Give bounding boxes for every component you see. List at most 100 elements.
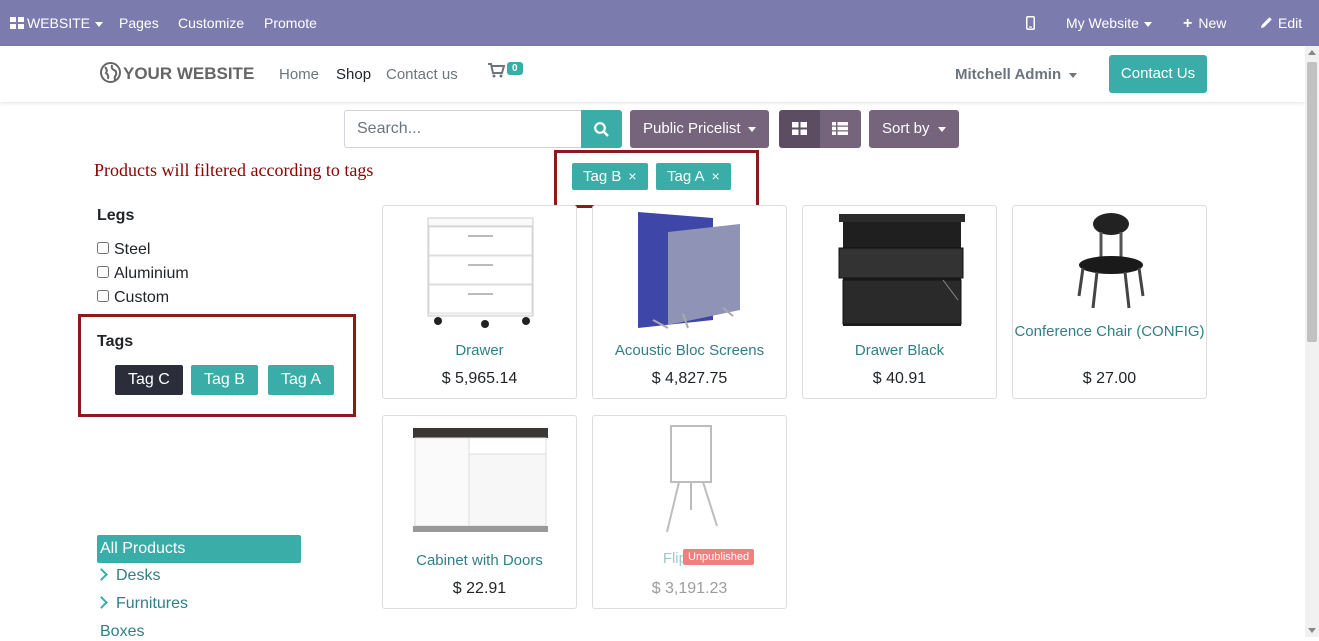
- product-card[interactable]: Drawer Black $ 40.91: [802, 205, 997, 399]
- product-price: $ 3,191.23: [651, 580, 728, 597]
- scroll-down-icon[interactable]: [1308, 628, 1316, 633]
- product-price: $ 5,965.14: [441, 370, 518, 387]
- edit-label: Edit: [1278, 15, 1303, 31]
- admin-topbar: WEBSITE Pages Customize Promote My Websi…: [0, 0, 1319, 46]
- caret-down-icon: [937, 126, 946, 132]
- category-boxes[interactable]: Boxes: [100, 623, 144, 641]
- nav-shop[interactable]: Shop: [336, 66, 371, 83]
- product-name[interactable]: Conference Chair (CONFIG): [1013, 322, 1206, 341]
- tag-filter-button[interactable]: Tag B: [191, 365, 258, 395]
- category-label: Desks: [116, 567, 161, 584]
- user-menu[interactable]: Mitchell Admin: [955, 66, 1078, 83]
- legs-option-label: Steel: [114, 241, 151, 258]
- caret-down-icon: [747, 126, 756, 132]
- annotation-text: Products will filtered according to tags: [94, 160, 374, 180]
- cart-count-badge: 0: [507, 62, 523, 75]
- active-tag-filter[interactable]: Tag B ×: [572, 163, 648, 190]
- site-selector[interactable]: My Website: [1066, 0, 1152, 46]
- product-image-conference-chair: [1077, 213, 1145, 309]
- grid-view-button[interactable]: [779, 110, 820, 148]
- legs-option-label: Custom: [114, 289, 170, 306]
- legs-checkbox[interactable]: [97, 266, 109, 278]
- product-name[interactable]: Acoustic Bloc Screens: [593, 341, 786, 360]
- shopping-cart-icon: [488, 63, 506, 78]
- new-label: New: [1198, 15, 1227, 31]
- plus-icon: +: [1183, 15, 1193, 32]
- contact-us-button[interactable]: Contact Us: [1109, 55, 1207, 93]
- tags-filter-title: Tags: [97, 333, 134, 350]
- promote-menu[interactable]: Promote: [264, 0, 317, 46]
- search-icon: [594, 122, 609, 137]
- website-menu-label: WEBSITE: [27, 15, 91, 31]
- customize-menu[interactable]: Customize: [178, 0, 244, 46]
- scroll-up-icon[interactable]: [1308, 50, 1316, 55]
- cart-button[interactable]: [488, 63, 506, 83]
- product-name[interactable]: Drawer Black: [803, 341, 996, 360]
- logo-text: YOUR WEBSITE: [123, 64, 255, 83]
- page-scrollbar[interactable]: [1305, 46, 1319, 637]
- product-image-flipover: [666, 425, 718, 533]
- product-image-acoustic-screens: [638, 212, 740, 329]
- legs-option-label: Aluminium: [114, 265, 189, 282]
- product-card[interactable]: Flipover Unpublished $ 3,191.23: [592, 415, 787, 609]
- legs-option-aluminium[interactable]: Aluminium: [97, 265, 189, 283]
- website-menu[interactable]: WEBSITE: [10, 0, 104, 46]
- legs-option-steel[interactable]: Steel: [97, 241, 150, 259]
- unpublished-badge-wrap: Unpublished: [680, 549, 755, 567]
- edit-button[interactable]: Edit: [1260, 0, 1302, 46]
- product-name[interactable]: Cabinet with Doors: [383, 551, 576, 570]
- site-logo[interactable]: YOUR WEBSITE: [100, 62, 254, 84]
- remove-tag-icon[interactable]: ×: [628, 168, 636, 184]
- list-view-button[interactable]: [820, 110, 861, 148]
- product-card[interactable]: Acoustic Bloc Screens $ 4,827.75: [592, 205, 787, 399]
- product-search-input[interactable]: [344, 110, 582, 148]
- nav-home[interactable]: Home: [279, 66, 319, 83]
- product-card[interactable]: Drawer $ 5,965.14: [382, 205, 577, 399]
- new-button[interactable]: + New: [1183, 0, 1226, 46]
- legs-checkbox[interactable]: [97, 242, 109, 254]
- product-card[interactable]: Conference Chair (CONFIG) $ 27.00: [1012, 205, 1207, 399]
- product-name[interactable]: Drawer: [383, 341, 576, 360]
- legs-checkbox[interactable]: [97, 290, 109, 302]
- category-desks[interactable]: Desks: [95, 567, 161, 585]
- user-name: Mitchell Admin: [955, 66, 1062, 83]
- pages-menu[interactable]: Pages: [119, 0, 159, 46]
- product-card[interactable]: Cabinet with Doors $ 22.91: [382, 415, 577, 609]
- active-tag-label: Tag B: [583, 168, 622, 185]
- scroll-thumb[interactable]: [1307, 62, 1317, 342]
- active-tag-label: Tag A: [667, 168, 705, 185]
- grid-view-icon: [792, 122, 807, 135]
- category-furnitures[interactable]: Furnitures: [95, 595, 189, 613]
- globe-icon: [100, 62, 121, 83]
- product-price: $ 22.91: [452, 580, 507, 597]
- site-selector-label: My Website: [1066, 15, 1139, 31]
- product-price: $ 4,827.75: [651, 370, 728, 387]
- sort-by-label: Sort by: [882, 120, 930, 137]
- legs-option-custom[interactable]: Custom: [97, 289, 169, 307]
- tag-filter-button[interactable]: Tag C: [115, 365, 183, 395]
- product-image-drawer: [427, 217, 534, 328]
- caret-down-icon: [1143, 21, 1152, 27]
- chevron-right-icon: [95, 596, 108, 609]
- sort-by-dropdown[interactable]: Sort by: [869, 110, 959, 148]
- caret-down-icon: [1069, 72, 1078, 78]
- view-toggle: [779, 110, 861, 148]
- mobile-phone-icon: [1026, 16, 1035, 30]
- search-button[interactable]: [581, 110, 622, 148]
- pencil-icon: [1261, 17, 1272, 28]
- unpublished-badge: Unpublished: [683, 549, 755, 565]
- nav-contact[interactable]: Contact us: [386, 66, 458, 83]
- product-price: $ 27.00: [1082, 370, 1137, 387]
- pricelist-dropdown[interactable]: Public Pricelist: [630, 110, 769, 148]
- list-view-icon: [832, 122, 848, 135]
- category-all-products[interactable]: All Products: [97, 535, 301, 563]
- chevron-right-icon: [95, 568, 108, 581]
- category-label: Furnitures: [116, 595, 189, 612]
- remove-tag-icon[interactable]: ×: [712, 168, 720, 184]
- active-tag-filter[interactable]: Tag A ×: [656, 163, 731, 190]
- product-price: $ 40.91: [872, 370, 927, 387]
- product-image-cabinet: [413, 428, 548, 532]
- tag-filter-button[interactable]: Tag A: [268, 365, 335, 395]
- mobile-preview-button[interactable]: [1026, 0, 1035, 46]
- apps-grid-icon: [10, 17, 24, 29]
